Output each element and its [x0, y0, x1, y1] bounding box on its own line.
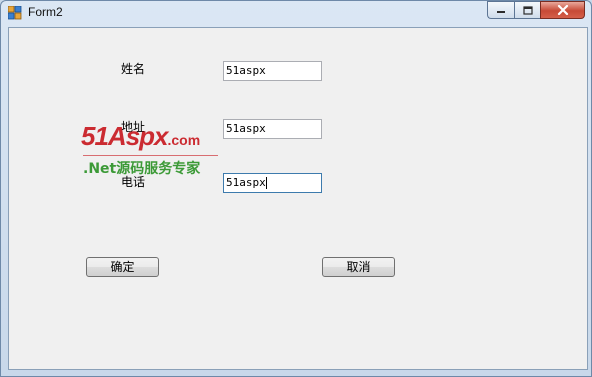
name-field-value: 51aspx	[226, 64, 266, 77]
maximize-button[interactable]	[514, 1, 540, 19]
ok-button[interactable]: 确定	[86, 257, 159, 277]
phone-field[interactable]: 51aspx	[223, 173, 322, 193]
form-client-area: 姓名 51aspx 地址 51aspx 电话 51aspx 确定 取消	[8, 27, 588, 370]
maximize-icon	[522, 5, 533, 15]
minimize-button[interactable]	[487, 1, 514, 19]
phone-label: 电话	[121, 175, 146, 189]
name-field[interactable]: 51aspx	[223, 61, 322, 81]
form2-window: Form2 姓名 51aspx 地址 51aspx 电话 51aspx 确定 取…	[0, 0, 592, 377]
close-icon	[557, 5, 568, 15]
phone-field-value: 51aspx	[226, 176, 266, 189]
name-label: 姓名	[121, 62, 146, 76]
address-field-value: 51aspx	[226, 122, 266, 135]
address-label: 地址	[121, 120, 146, 134]
address-field[interactable]: 51aspx	[223, 119, 322, 139]
winforms-app-icon	[8, 6, 22, 20]
window-title: Form2	[28, 5, 63, 19]
title-bar[interactable]: Form2	[1, 1, 591, 25]
cancel-button[interactable]: 取消	[322, 257, 395, 277]
text-caret	[265, 177, 267, 189]
close-button[interactable]	[540, 1, 585, 19]
minimize-icon	[497, 11, 505, 13]
